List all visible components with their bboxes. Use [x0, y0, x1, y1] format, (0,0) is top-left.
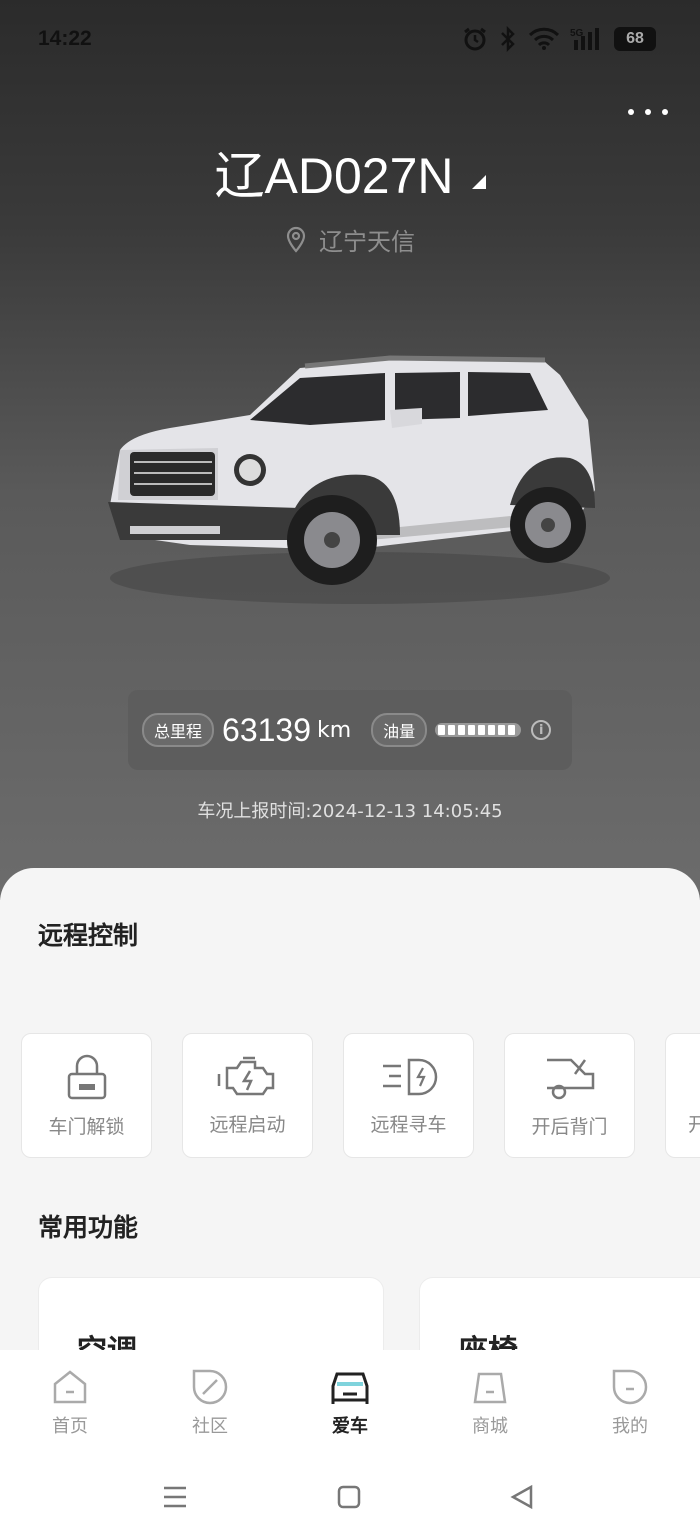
tab-label: 爱车: [332, 1416, 368, 1437]
fuel-segment: [508, 725, 516, 735]
location-text: 辽宁天信: [319, 228, 415, 256]
system-navigation-bar: [0, 1480, 700, 1520]
control-panel: 远程控制 车门解锁 远程启动 远程寻车 开后背门 开 常用功能 空调 座椅: [0, 868, 700, 1368]
lock-icon: [67, 1054, 106, 1100]
fuel-segment: [478, 725, 486, 735]
remote-item-label: 远程寻车: [370, 1114, 447, 1136]
remote-start-button[interactable]: 远程启动: [182, 1033, 313, 1158]
back-icon[interactable]: [510, 1484, 534, 1510]
status-time: 14:22: [38, 27, 92, 50]
signal-icon: 5G: [570, 28, 599, 50]
menu-icon[interactable]: [162, 1484, 188, 1510]
vehicle-image: [108, 355, 610, 604]
remote-unlock-button[interactable]: 车门解锁: [21, 1033, 152, 1158]
home-square-icon[interactable]: [337, 1484, 361, 1510]
remote-open-tailgate-button[interactable]: 开后背门: [504, 1033, 635, 1158]
fuel-segment: [488, 725, 496, 735]
remote-control-row: 车门解锁 远程启动 远程寻车 开后背门 开: [21, 1033, 700, 1158]
shop-icon: [473, 1372, 507, 1404]
bottom-tab-bar: 首页 社区 爱车 商城 我的: [0, 1350, 700, 1540]
fuel-segment: [498, 725, 506, 735]
vehicle-plate[interactable]: 辽AD027N: [0, 136, 700, 208]
engine-icon: [217, 1056, 274, 1096]
tab-my-car[interactable]: 爱车: [300, 1368, 400, 1438]
car-icon: [331, 1372, 369, 1404]
alarm-icon: [464, 27, 486, 51]
mileage-label: 总里程: [142, 713, 215, 747]
bluetooth-icon: [501, 26, 515, 52]
remote-item-label: 车门解锁: [48, 1116, 125, 1138]
fuel-segment: [438, 725, 446, 735]
tab-label: 商城: [472, 1416, 508, 1437]
tab-shop[interactable]: 商城: [440, 1368, 540, 1438]
tab-community[interactable]: 社区: [160, 1368, 260, 1438]
report-time: 车况上报时间:2024-12-13 14:05:45: [197, 801, 503, 822]
plate-text: 辽AD027N: [214, 148, 454, 204]
mileage-unit: km: [317, 717, 352, 743]
common-functions-title: 常用功能: [38, 1213, 139, 1242]
status-bar: 14:22 5G 68: [0, 0, 700, 80]
tab-home[interactable]: 首页: [20, 1368, 120, 1438]
tab-label: 社区: [192, 1416, 228, 1437]
mileage-value: 63139: [222, 711, 311, 748]
tab-label: 我的: [612, 1416, 648, 1437]
vehicle-stats-box: 总里程 63139 km 油量 i: [128, 690, 572, 770]
remote-item-partial[interactable]: 开: [665, 1033, 700, 1158]
battery-indicator: 68: [614, 27, 656, 51]
remote-find-car-button[interactable]: 远程寻车: [343, 1033, 474, 1158]
more-menu-button[interactable]: [628, 100, 668, 124]
remote-item-label: 开: [688, 1114, 700, 1136]
remote-control-title: 远程控制: [38, 921, 139, 950]
profile-icon: [612, 1369, 648, 1405]
remote-item-label: 远程启动: [209, 1114, 286, 1136]
tab-profile[interactable]: 我的: [580, 1368, 680, 1438]
home-icon: [53, 1370, 87, 1404]
community-icon: [192, 1369, 228, 1405]
tab-label: 首页: [52, 1416, 88, 1437]
location-pin-icon: [286, 226, 306, 253]
wifi-icon: [528, 27, 560, 50]
status-icons: 5G 68: [462, 26, 656, 52]
dealer-location: 辽宁天信: [0, 222, 700, 257]
fuel-label: 油量: [371, 713, 428, 747]
fuel-level-bar: [435, 723, 522, 737]
info-icon[interactable]: i: [531, 720, 552, 740]
plate-dropdown-icon: [471, 175, 486, 189]
fuel-segment: [448, 725, 456, 735]
tailgate-icon: [546, 1058, 594, 1100]
headlight-icon: [382, 1058, 437, 1096]
fuel-segment: [468, 725, 476, 735]
remote-item-label: 开后背门: [531, 1116, 608, 1138]
fuel-segment: [458, 725, 466, 735]
